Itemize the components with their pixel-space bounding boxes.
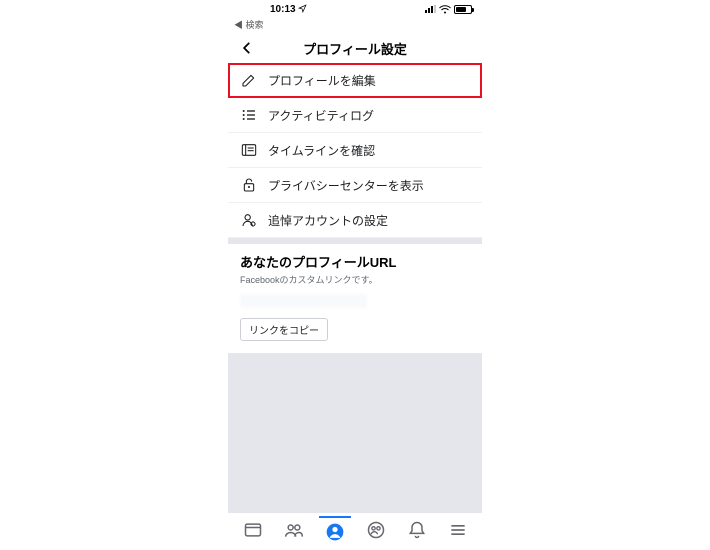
menu-item-review-timeline[interactable]: タイムラインを確認 xyxy=(228,133,482,168)
menu-item-activity-log[interactable]: アクティビティログ xyxy=(228,98,482,133)
profile-url-section: あなたのプロフィールURL Facebookのカスタムリンクです。 リンクをコピ… xyxy=(228,244,482,351)
pencil-icon xyxy=(240,71,258,89)
page-header: プロフィール設定 xyxy=(228,33,482,63)
status-bar: 10:13 xyxy=(228,0,482,18)
page-title: プロフィール設定 xyxy=(228,39,482,58)
tab-friends[interactable] xyxy=(278,516,310,544)
back-button[interactable] xyxy=(236,37,258,59)
menu-item-label: 追悼アカウントの設定 xyxy=(268,212,388,229)
menu-item-label: プロフィールを編集 xyxy=(268,72,376,89)
tab-menu[interactable] xyxy=(442,516,474,544)
tab-profile[interactable] xyxy=(319,516,351,544)
menu-item-memorialization[interactable]: 追悼アカウントの設定 xyxy=(228,203,482,238)
settings-menu: プロフィールを編集 アクティビティログ タイムラインを確認 プライバシーセンター… xyxy=(228,63,482,238)
tab-bar xyxy=(228,512,482,550)
profile-gear-icon xyxy=(240,211,258,229)
status-time: 10:13 xyxy=(270,4,296,15)
tab-notifications[interactable] xyxy=(401,516,433,544)
profile-url-redacted xyxy=(240,294,367,308)
menu-item-edit-profile[interactable]: プロフィールを編集 xyxy=(228,63,482,98)
list-icon xyxy=(240,106,258,124)
menu-item-label: タイムラインを確認 xyxy=(268,142,375,159)
wifi-icon xyxy=(439,5,451,14)
tab-groups[interactable] xyxy=(360,516,392,544)
location-arrow-icon xyxy=(298,4,307,15)
menu-item-label: プライバシーセンターを表示 xyxy=(268,177,424,194)
cellular-signal-icon xyxy=(425,5,436,13)
menu-item-privacy-center[interactable]: プライバシーセンターを表示 xyxy=(228,168,482,203)
content-placeholder xyxy=(228,353,482,512)
battery-icon xyxy=(454,5,472,14)
tab-home[interactable] xyxy=(237,516,269,544)
timeline-icon xyxy=(240,141,258,159)
profile-url-subtitle: Facebookのカスタムリンクです。 xyxy=(240,273,470,286)
phone-frame: 10:13 ◀ 検索 プロフィール設定 プロフィールを編集 xyxy=(228,0,482,550)
menu-item-label: アクティビティログ xyxy=(268,107,374,124)
copy-link-button[interactable]: リンクをコピー xyxy=(240,318,328,341)
profile-url-title: あなたのプロフィールURL xyxy=(240,252,470,271)
breadcrumb[interactable]: ◀ 検索 xyxy=(228,18,482,33)
lock-icon xyxy=(240,176,258,194)
